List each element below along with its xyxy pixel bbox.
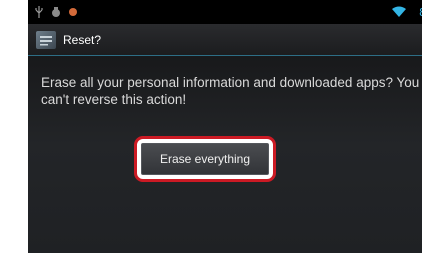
erase-everything-button[interactable]: Erase everything — [141, 143, 269, 175]
status-bar: 8 — [28, 0, 422, 24]
wifi-icon — [392, 6, 406, 18]
notification-icon — [68, 6, 78, 18]
warning-message: Erase all your personal information and … — [41, 75, 420, 107]
usb-icon — [34, 6, 44, 18]
device-screen: 8 Reset? Erase all your personal informa… — [28, 0, 422, 253]
debug-icon — [50, 6, 62, 18]
dialog-title-bar: Reset? — [28, 24, 422, 56]
dialog-title: Reset? — [63, 33, 102, 47]
settings-app-icon — [36, 31, 56, 49]
